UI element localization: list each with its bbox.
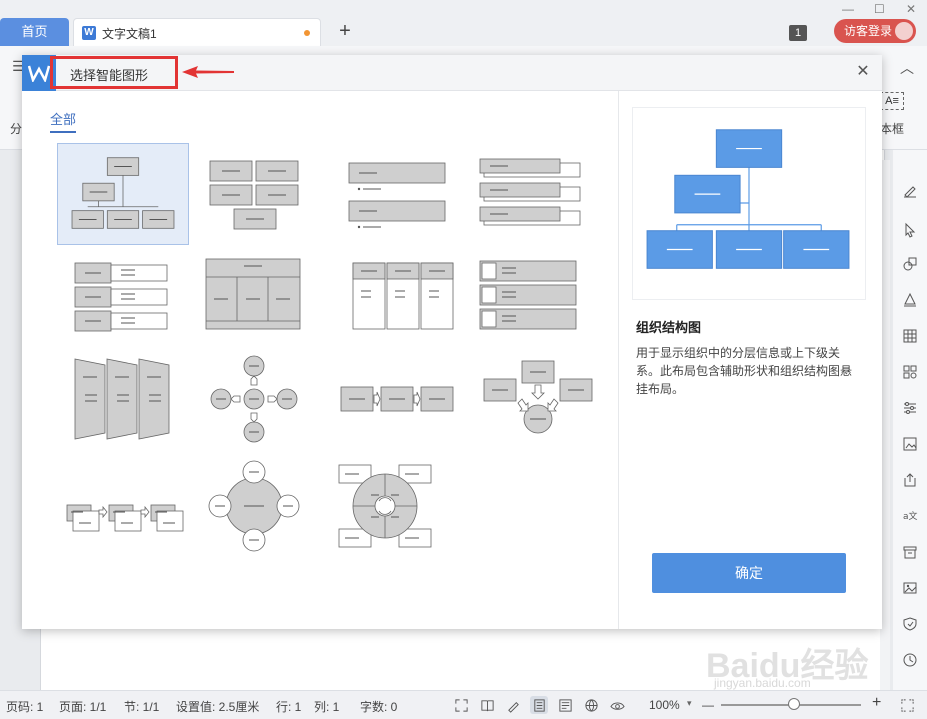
right-sidebar-toolbar: a文 xyxy=(893,150,927,690)
image-edit-icon[interactable] xyxy=(900,434,920,454)
pen-icon[interactable] xyxy=(900,180,920,200)
shapes-icon[interactable] xyxy=(900,254,920,274)
dialog-divider xyxy=(618,91,619,629)
thumb-process-arrows[interactable] xyxy=(335,355,467,457)
minimize-icon[interactable]: — xyxy=(842,2,854,16)
writer-doc-icon: W xyxy=(82,26,96,40)
status-col: 列: 1 xyxy=(314,700,340,714)
watermark-logo: Baidu经验 jingyan.baidu.com xyxy=(706,638,876,690)
picture-icon[interactable] xyxy=(900,578,920,598)
fit-window-icon[interactable] xyxy=(898,696,916,714)
sliders-icon[interactable] xyxy=(900,398,920,418)
eye-protect-icon[interactable] xyxy=(608,696,626,714)
confirm-button[interactable]: 确定 xyxy=(652,553,846,593)
select-cursor-icon[interactable] xyxy=(900,220,920,240)
thumb-radial-circle[interactable] xyxy=(196,455,328,557)
outline-view-icon[interactable] xyxy=(556,696,574,714)
smart-graphic-dialog: 选择智能图形 ✕ 全部 组织结构图 用于显示组织中的分层信息或上下级关系。此布局… xyxy=(22,55,882,629)
thumb-quadrant-cycle[interactable] xyxy=(335,455,467,557)
thumb-bullet-blocks[interactable] xyxy=(335,143,467,245)
guest-login-button[interactable]: 访客登录 xyxy=(834,19,916,43)
thumb-funnel-panels[interactable] xyxy=(57,355,189,457)
status-section: 节: 1/1 xyxy=(124,700,160,714)
new-tab-button[interactable]: + xyxy=(335,19,355,43)
tab-document[interactable]: W 文字文稿1 xyxy=(73,18,321,46)
smart-graphic-gallery xyxy=(22,135,618,625)
edit-pen-icon[interactable] xyxy=(504,696,522,714)
translate-icon[interactable]: a文 xyxy=(900,506,920,526)
share-icon[interactable] xyxy=(900,470,920,490)
status-bar: 页码: 1 页面: 1/1 节: 1/1 设置值: 2.5厘米 行: 1 列: … xyxy=(0,690,927,719)
thumb-column-layout[interactable] xyxy=(335,255,467,357)
unsaved-dot-icon xyxy=(304,30,310,36)
fill-icon[interactable] xyxy=(900,290,920,310)
ribbon-left-label: 分 xyxy=(10,122,23,136)
maximize-icon[interactable]: ☐ xyxy=(874,2,885,16)
read-mode-icon[interactable] xyxy=(478,696,496,714)
layout-title: 组织结构图 xyxy=(636,320,702,335)
zoom-slider-knob[interactable] xyxy=(788,698,800,710)
table-icon[interactable] xyxy=(900,326,920,346)
red-arrow-icon xyxy=(182,66,234,78)
status-row: 行: 1 xyxy=(276,700,302,714)
window-count-badge[interactable]: 1 xyxy=(789,25,807,41)
fullscreen-icon[interactable] xyxy=(452,696,470,714)
grid-apps-icon[interactable] xyxy=(900,362,920,382)
tab-document-label: 文字文稿1 xyxy=(102,27,157,41)
zoom-level[interactable]: 100% xyxy=(649,698,680,712)
status-page-of: 页面: 1/1 xyxy=(59,700,107,714)
status-setting: 设置值: 2.5厘米 xyxy=(176,700,260,714)
status-page-code: 页码: 1 xyxy=(6,700,44,714)
org-chart-preview xyxy=(646,129,850,269)
thumb-label-list[interactable] xyxy=(57,255,189,357)
window-controls: — ☐ ✕ xyxy=(834,2,927,16)
textbox-icon[interactable]: A≡ xyxy=(880,92,904,110)
preview-panel xyxy=(632,107,866,300)
thumb-staggered-process[interactable] xyxy=(57,465,189,567)
category-tab-all[interactable]: 全部 xyxy=(50,109,77,133)
thumb-block-grid[interactable] xyxy=(196,143,328,245)
avatar-icon xyxy=(895,22,913,40)
guest-login-label: 访客登录 xyxy=(844,24,893,38)
textbox-label: 本框 xyxy=(880,122,905,136)
dialog-header: 选择智能图形 ✕ xyxy=(22,55,882,91)
thumb-table-layout[interactable] xyxy=(196,255,328,357)
archive-icon[interactable] xyxy=(900,542,920,562)
web-view-icon[interactable] xyxy=(582,696,600,714)
layout-description: 用于显示组织中的分层信息或上下级关系。此布局包含辅助形状和组织结构图悬挂布局。 xyxy=(636,346,853,396)
status-word-count: 字数: 0 xyxy=(360,700,398,714)
page-view-icon[interactable] xyxy=(530,696,548,714)
tab-bar: 首页 W 文字文稿1 + 1 — ☐ ✕ 访客登录 xyxy=(0,0,927,46)
thumb-converge-circle[interactable] xyxy=(474,355,606,457)
collapse-ribbon-icon[interactable]: ︿ xyxy=(900,58,914,78)
watermark-url: jingyan.baidu.com xyxy=(714,676,811,690)
zoom-dropdown-icon[interactable]: ▾ xyxy=(687,698,692,709)
thumb-radial-cross[interactable] xyxy=(196,355,328,457)
title-highlight-box xyxy=(50,56,178,89)
zoom-out-button[interactable]: — xyxy=(702,698,714,712)
svg-text:a文: a文 xyxy=(903,510,918,522)
tab-home[interactable]: 首页 xyxy=(0,18,69,46)
close-window-icon[interactable]: ✕ xyxy=(906,2,916,16)
dialog-close-icon[interactable]: ✕ xyxy=(854,63,872,81)
thumb-stacked-tabs[interactable] xyxy=(474,143,606,245)
history-icon[interactable] xyxy=(900,650,920,670)
shield-icon[interactable] xyxy=(900,614,920,634)
thumb-org-chart[interactable] xyxy=(57,143,189,245)
thumb-icon-list[interactable] xyxy=(474,255,606,357)
zoom-in-button[interactable]: + xyxy=(872,694,881,712)
